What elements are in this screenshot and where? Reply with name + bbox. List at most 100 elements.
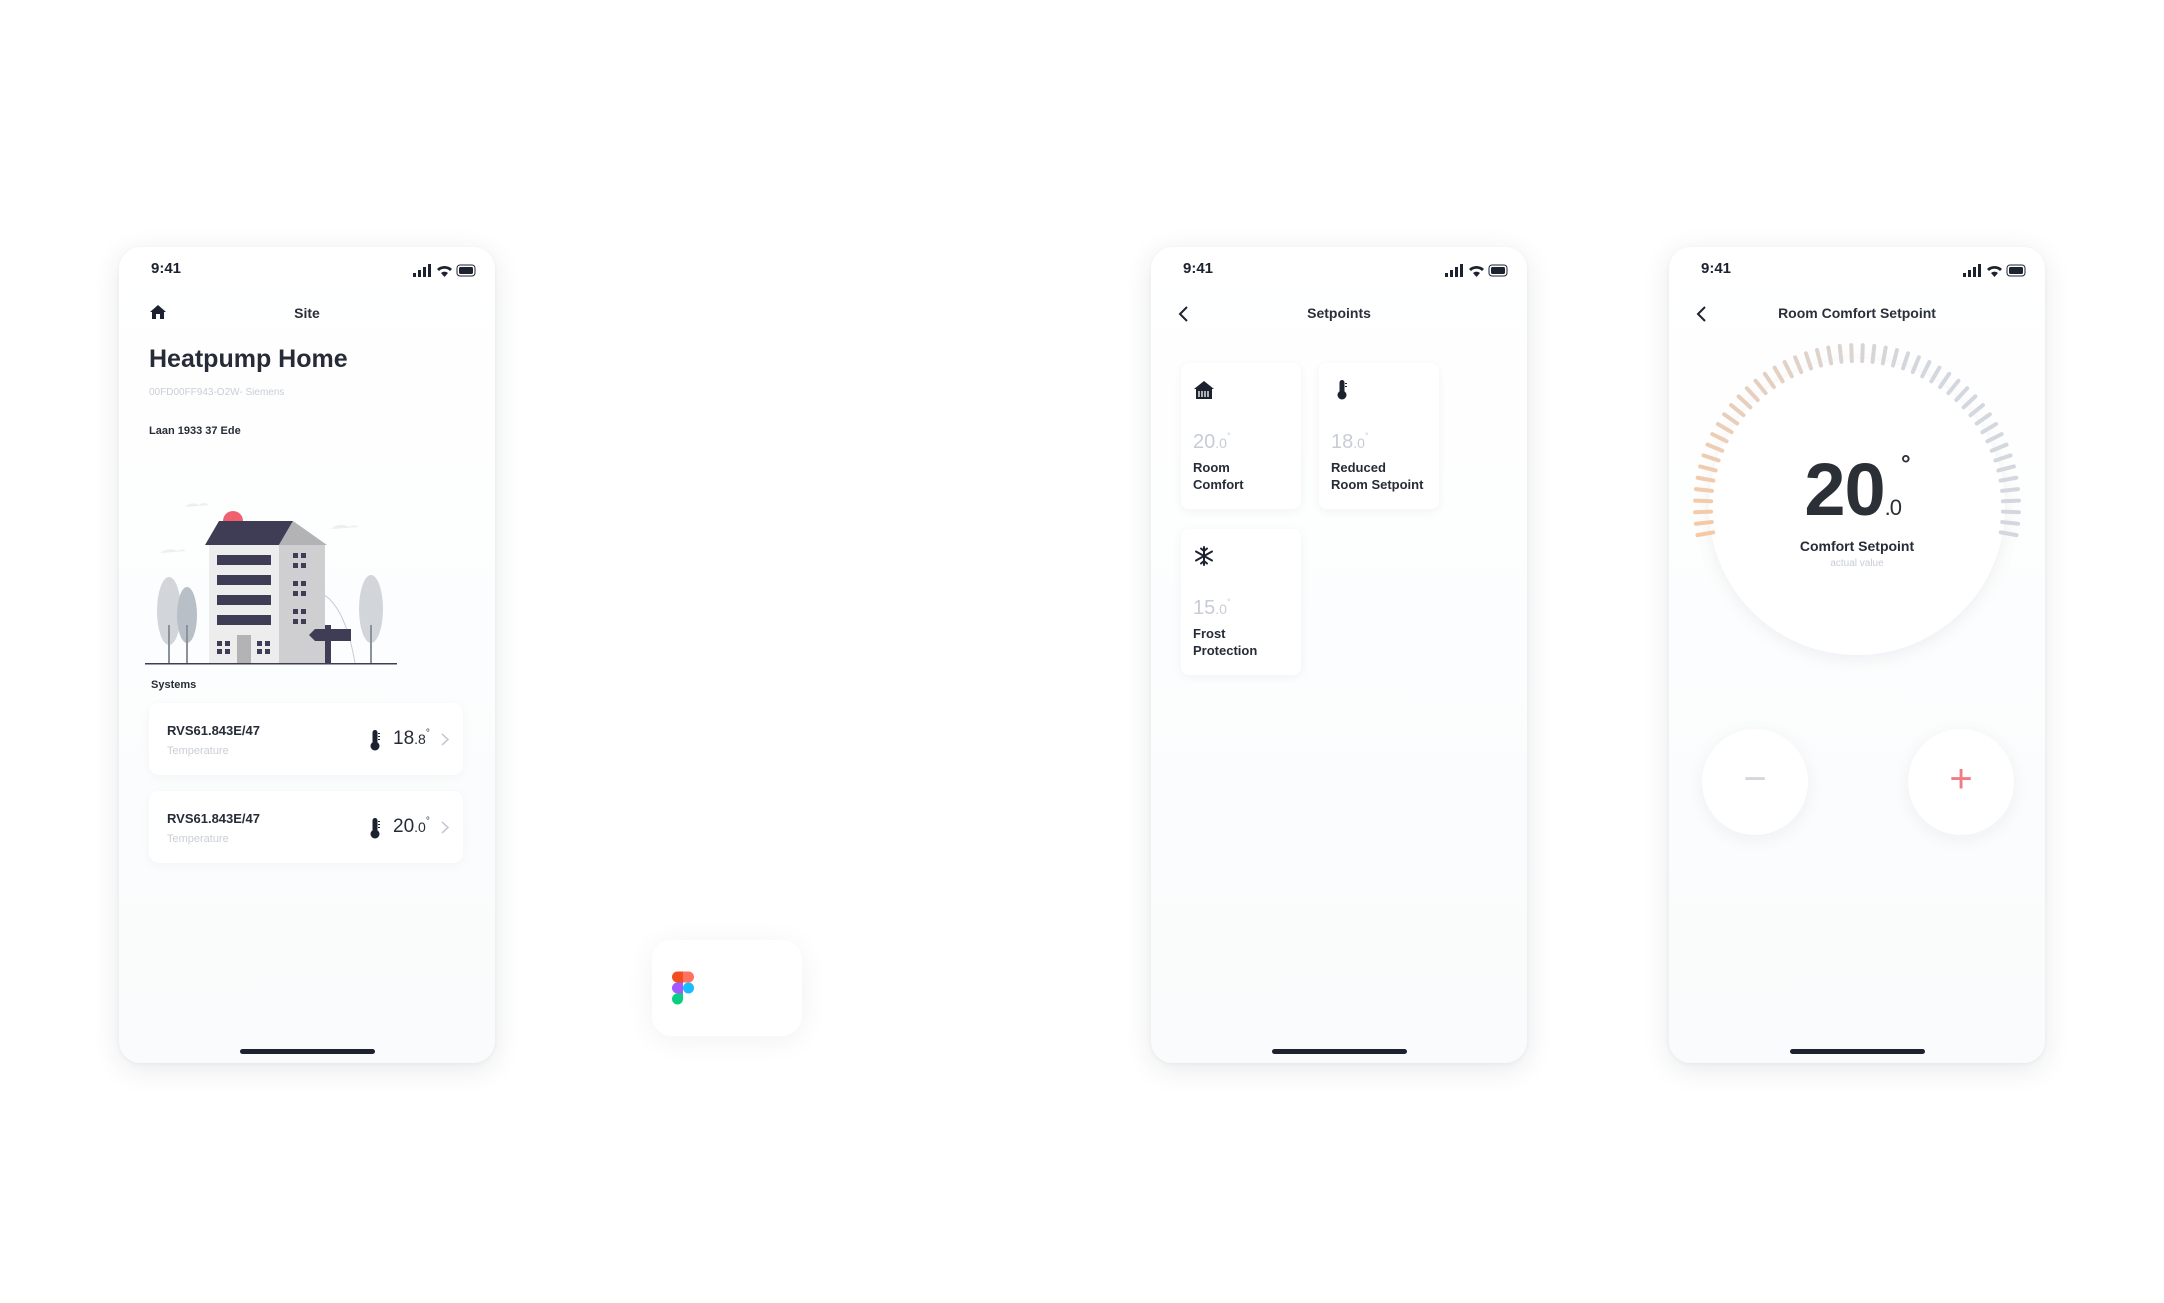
dial-tick (1968, 403, 1985, 418)
status-bar: 9:41 (151, 260, 477, 282)
label-line: Reduced (1331, 460, 1386, 475)
decrease-button[interactable]: − (1702, 729, 1808, 835)
site-screen: 9:41 Site Heatpump Home 00FD00FF943-O2W-… (119, 247, 495, 1063)
value-decimal: .0 (1353, 435, 1365, 451)
temp-integer: 20 (393, 816, 415, 837)
dial-tick (1974, 412, 1992, 426)
dial-tick (1772, 365, 1785, 384)
setpoints-screen: 9:41 Setpoints 20.0° Room Comfort 18.0° R… (1151, 247, 1527, 1063)
dial-tick (1860, 343, 1865, 364)
dial-tick (1837, 343, 1844, 364)
setpoint-card-frost[interactable]: 15.0° Frost Protection (1181, 529, 1301, 675)
increase-button[interactable]: + (1908, 729, 2014, 835)
site-address: Laan 1933 37 Ede (149, 425, 241, 437)
status-bar: 9:41 (1701, 260, 2027, 282)
room-comfort-screen: 9:41 Room Comfort Setpoint 20.0 ° Comfort… (1669, 247, 2045, 1063)
label-line: Room Setpoint (1331, 477, 1424, 492)
dial-tick (1880, 345, 1888, 366)
system-card[interactable]: RVS61.843E/47 Temperature 18.8° (149, 703, 463, 775)
system-name: RVS61.843E/47 (167, 723, 260, 738)
home-indicator[interactable] (1790, 1049, 1925, 1054)
dial-tick (1815, 348, 1823, 368)
minus-icon: − (1743, 757, 1767, 801)
temp-degree: ° (425, 816, 430, 827)
setpoint-card-reduced[interactable]: 18.0° Reduced Room Setpoint (1319, 363, 1439, 509)
dial-tick (1722, 412, 1740, 426)
system-temperature: 18.8° (393, 728, 430, 750)
label-line: Room (1193, 460, 1230, 475)
value-integer: 20 (1193, 431, 1216, 453)
dial-tick (1980, 422, 1999, 435)
dial-tick (1715, 422, 1734, 435)
dial-tick (1849, 343, 1854, 364)
systems-label: Systems (151, 679, 197, 691)
value-decimal: .0 (1215, 601, 1227, 617)
setpoint-sublabel: actual value (1830, 558, 1884, 569)
value-integer: 18 (1331, 431, 1354, 453)
system-name: RVS61.843E/47 (167, 811, 260, 826)
page-title: Site (294, 305, 320, 321)
value-degree: ° (1226, 597, 1231, 607)
dial-tick (1736, 394, 1753, 410)
site-name: Heatpump Home (149, 345, 348, 373)
label-line: Frost (1193, 626, 1226, 641)
dial-tick (1985, 432, 2004, 444)
dial-tick (1910, 355, 1921, 375)
setpoint-label: Reduced Room Setpoint (1331, 459, 1423, 493)
status-icons (413, 264, 476, 277)
chevron-right-icon (441, 821, 449, 834)
label-line: Comfort (1193, 477, 1244, 492)
system-temperature: 20.0° (393, 816, 430, 838)
value-degree: ° (1226, 431, 1231, 441)
home-indicator[interactable] (240, 1049, 375, 1054)
system-card[interactable]: RVS61.843E/47 Temperature 20.0° (149, 791, 463, 863)
dial-tick (1793, 355, 1804, 375)
setpoint-label: Room Comfort (1193, 459, 1244, 493)
value-degree: ° (1364, 431, 1369, 441)
setpoint-label: Comfort Setpoint (1799, 538, 1915, 554)
label-line: Protection (1193, 643, 1258, 658)
thermometer-icon (370, 730, 380, 751)
dial-tick (1695, 530, 1716, 538)
setpoint-card-room-comfort[interactable]: 20.0° Room Comfort (1181, 363, 1301, 509)
status-icons (1963, 264, 2026, 277)
value-decimal: .0 (1215, 435, 1227, 451)
dial-tick (1946, 378, 1961, 396)
value-degree: ° (1901, 451, 1911, 478)
dial-tick (1954, 386, 1970, 402)
temp-degree: ° (425, 728, 430, 739)
temp-decimal: .8 (414, 731, 426, 747)
status-time: 9:41 (1183, 260, 1214, 277)
thermometer-icon (370, 818, 380, 839)
status-time: 9:41 (151, 260, 182, 277)
dial-tick (1826, 345, 1834, 366)
chevron-right-icon (441, 733, 449, 746)
dial-tick (1744, 386, 1760, 402)
setpoint-value: 20.0° (1193, 431, 1231, 454)
value-integer: 20 (1804, 448, 1885, 531)
page-title: Room Comfort Setpoint (1778, 305, 1936, 321)
status-time: 9:41 (1701, 260, 1732, 277)
figma-logo-icon (672, 971, 694, 1005)
home-indicator[interactable] (1272, 1049, 1407, 1054)
building-illustration (145, 503, 397, 665)
value-decimal: .0 (1884, 495, 1902, 520)
dial-tick (1901, 351, 1911, 371)
dial-tick (1729, 403, 1746, 418)
system-subtitle: Temperature (167, 745, 229, 757)
dial-tick (1929, 365, 1942, 384)
plus-icon: + (1949, 757, 1973, 801)
dial-tick (1762, 371, 1776, 389)
snowflake-icon (1195, 546, 1213, 566)
dial-tick (1782, 360, 1794, 379)
setpoint-value: 15.0° (1193, 597, 1231, 620)
temp-integer: 18 (393, 728, 415, 749)
page-title: Setpoints (1307, 305, 1371, 321)
setpoint-value: 18.0° (1331, 431, 1369, 454)
status-icons (1445, 264, 1508, 277)
dial-tick (1920, 360, 1932, 379)
dial-tick (1891, 348, 1899, 368)
setpoint-value: 20.0 ° (1669, 447, 2045, 532)
dial-tick (1998, 530, 2019, 538)
dial-tick (1710, 432, 1729, 444)
